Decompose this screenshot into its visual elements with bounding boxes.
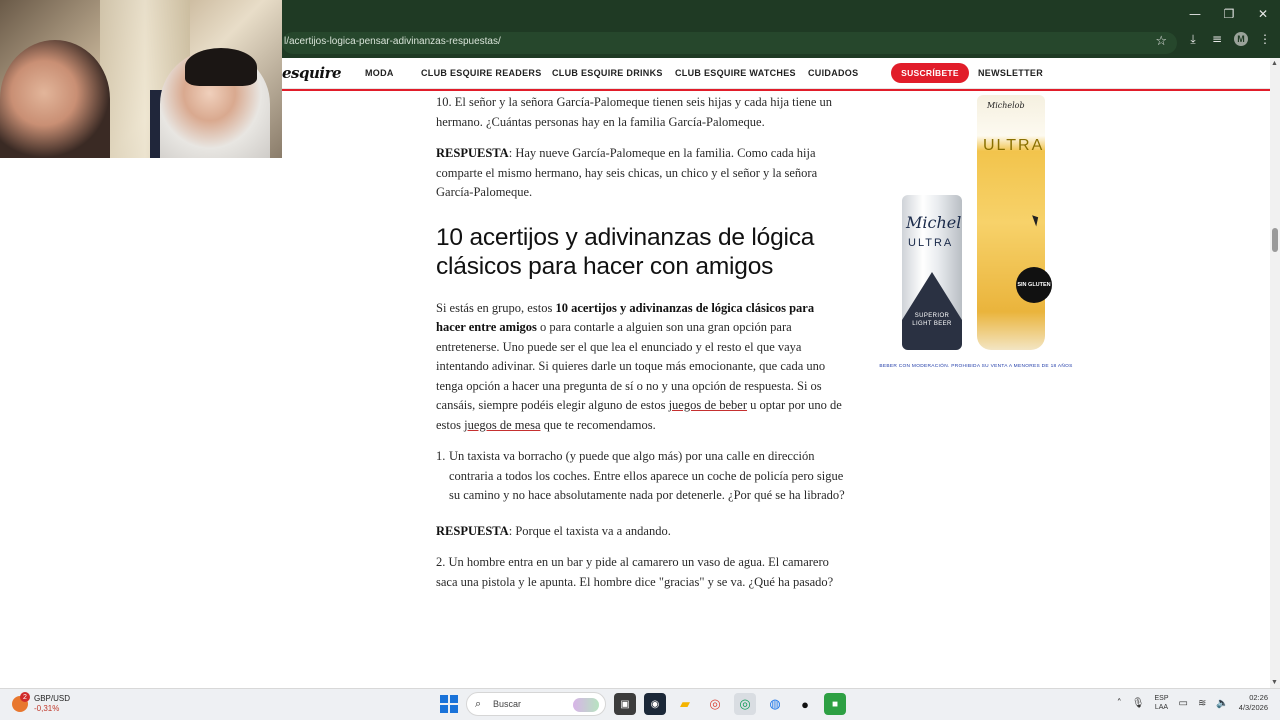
window-controls: — ❐ ✕ <box>1178 0 1280 28</box>
link-juegos-de-beber[interactable]: juegos de beber <box>669 398 747 412</box>
wifi-icon[interactable]: ≋ <box>1198 698 1206 709</box>
taskbar-search[interactable]: ⌕ Buscar <box>466 692 606 716</box>
can-brand: Michelob <box>906 213 962 232</box>
beer-can-image: Michelob ULTRA SUPERIOR LIGHT BEER <box>902 195 962 350</box>
lang-2: LAA <box>1154 704 1169 711</box>
notification-badge: 2 <box>20 692 30 702</box>
ticker-value: -0,31% <box>34 704 60 713</box>
star-icon[interactable]: ☆ <box>1155 34 1167 49</box>
riddle-list: 1. Un taxista va borracho (y puede que al… <box>436 447 846 506</box>
steam-icon[interactable]: ◉ <box>644 693 666 715</box>
glass-brand: Michelob <box>987 101 1025 110</box>
nav-cuidados[interactable]: CUIDADOS <box>808 68 858 78</box>
link-juegos-de-mesa[interactable]: juegos de mesa <box>464 418 540 432</box>
search-icon: ⌕ <box>475 697 482 710</box>
folder-icon[interactable]: ▰ <box>674 693 696 715</box>
clock-time: 02:26 <box>1249 693 1268 702</box>
scroll-up-icon[interactable]: ▲ <box>1271 60 1278 67</box>
chrome-icon[interactable]: ◎ <box>704 693 726 715</box>
url-text: l/acertijos-logica-pensar-adivinanzas-re… <box>284 36 501 47</box>
search-highlight-icon <box>573 698 599 712</box>
network-icon[interactable]: ▭ <box>1179 698 1188 709</box>
answer-label: RESPUESTA <box>436 146 509 160</box>
site-nav: esquire MODA CLUB ESQUIRE READERS CLUB E… <box>282 58 1270 89</box>
minimize-button[interactable]: — <box>1178 0 1212 28</box>
download-icon[interactable]: ⤓ <box>1186 32 1200 46</box>
app-icon[interactable]: ■ <box>824 693 846 715</box>
can-label: SUPERIOR LIGHT BEER <box>912 313 952 327</box>
answer-label: RESPUESTA <box>436 523 509 538</box>
nav-moda[interactable]: MODA <box>365 68 394 78</box>
webcam-overlay <box>0 0 282 158</box>
lang-1: ESP <box>1154 695 1169 702</box>
scroll-down-icon[interactable]: ▼ <box>1271 679 1278 686</box>
start-icon[interactable] <box>440 695 458 713</box>
chevron-up-icon[interactable]: ˄ <box>1117 698 1122 709</box>
windows-taskbar: 2 GBP/USD -0,31% ⌕ Buscar ▣ ◉ ▰ ◎ ◎ ◍ ● … <box>0 688 1280 720</box>
playlist-icon[interactable]: ≡ <box>1210 32 1224 46</box>
close-button[interactable]: ✕ <box>1246 0 1280 28</box>
answer-1: RESPUESTA: Porque el taxista va a andand… <box>436 522 846 542</box>
page-scrollbar[interactable]: ▲ ▼ <box>1270 58 1280 688</box>
question-10: 10. El señor y la señora García-Palomequ… <box>436 95 833 129</box>
question-2: 2. Un hombre entra en un bar y pide al c… <box>436 555 834 589</box>
menu-icon[interactable]: ⋮ <box>1258 32 1272 46</box>
can-ultra: ULTRA <box>908 237 954 249</box>
beer-ad[interactable]: Michelob ULTRA Michelob ULTRA SUPERIOR L… <box>876 95 1076 355</box>
clock[interactable]: 02:26 4/3/2026 <box>1239 693 1268 713</box>
chrome-profile-icon[interactable]: ◎ <box>734 693 756 715</box>
url-field[interactable]: l/acertijos-logica-pensar-adivinanzas-re… <box>282 32 1177 54</box>
answer-text: : Porque el taxista va a andando. <box>508 523 671 538</box>
profile-icon[interactable]: M <box>1234 32 1248 46</box>
gluten-free-badge: SIN GLUTEN <box>1016 267 1052 303</box>
webcam-hair <box>185 48 257 86</box>
obs-icon[interactable]: ● <box>794 693 816 715</box>
search-placeholder: Buscar <box>493 699 522 709</box>
nav-underline <box>282 89 1270 91</box>
microphone-icon[interactable]: 🎙 <box>1132 698 1145 709</box>
section-heading: 10 acertijos y adivinanzas de lógica clá… <box>436 223 815 281</box>
list-number: 1. <box>436 449 446 463</box>
nav-club-drinks[interactable]: CLUB ESQUIRE DRINKS <box>552 68 663 78</box>
scroll-thumb[interactable] <box>1272 228 1278 252</box>
subscribe-button[interactable]: SUSCRÍBETE <box>891 63 969 83</box>
files-icon[interactable]: ▣ <box>614 693 636 715</box>
intro-paragraph: Si estás en grupo, estos 10 acertijos y … <box>436 299 846 436</box>
intro-text-4: que te recomendamos. <box>540 417 656 432</box>
ticker-name: GBP/USD <box>34 694 71 703</box>
nav-newsletter[interactable]: NEWSLETTER <box>978 68 1043 78</box>
question-1: Un taxista va borracho (y puede que algo… <box>449 449 845 502</box>
system-tray: ˄ 🎙 ESP LAA ▭ ≋ 🔈 02:26 4/3/2026 <box>1117 693 1268 713</box>
glass-ultra: ULTRA <box>983 137 1045 154</box>
site-logo[interactable]: esquire <box>282 64 342 82</box>
ad-disclaimer: BEBER CON MODERACIÓN. PROHIBIDA SU VENTA… <box>879 364 1073 369</box>
language-indicator[interactable]: ESP LAA <box>1154 694 1168 712</box>
intro-text-1: Si estás en grupo, estos <box>436 300 556 315</box>
list-item: 1. Un taxista va borracho (y puede que al… <box>436 447 846 506</box>
answer-10: RESPUESTA: Hay nueve García-Palomeque en… <box>436 144 846 203</box>
taskbar-apps: ⌕ Buscar ▣ ◉ ▰ ◎ ◎ ◍ ● ■ <box>440 692 846 716</box>
browser-toolbar: ⤓ ≡ M ⋮ <box>1186 32 1272 46</box>
browser-icon[interactable]: ◍ <box>764 693 786 715</box>
restore-button[interactable]: ❐ <box>1212 0 1246 28</box>
clock-date: 4/3/2026 <box>1238 703 1268 712</box>
webcam-person-left <box>0 40 110 158</box>
nav-club-watches[interactable]: CLUB ESQUIRE WATCHES <box>675 68 796 78</box>
nav-club-readers[interactable]: CLUB ESQUIRE READERS <box>421 68 542 78</box>
stock-widget[interactable]: 2 GBP/USD -0,31% <box>12 692 71 714</box>
article-body: 10. El señor y la señora García-Palomequ… <box>436 93 846 604</box>
stock-icon: 2 <box>12 692 30 712</box>
volume-icon[interactable]: 🔈 <box>1216 698 1228 709</box>
